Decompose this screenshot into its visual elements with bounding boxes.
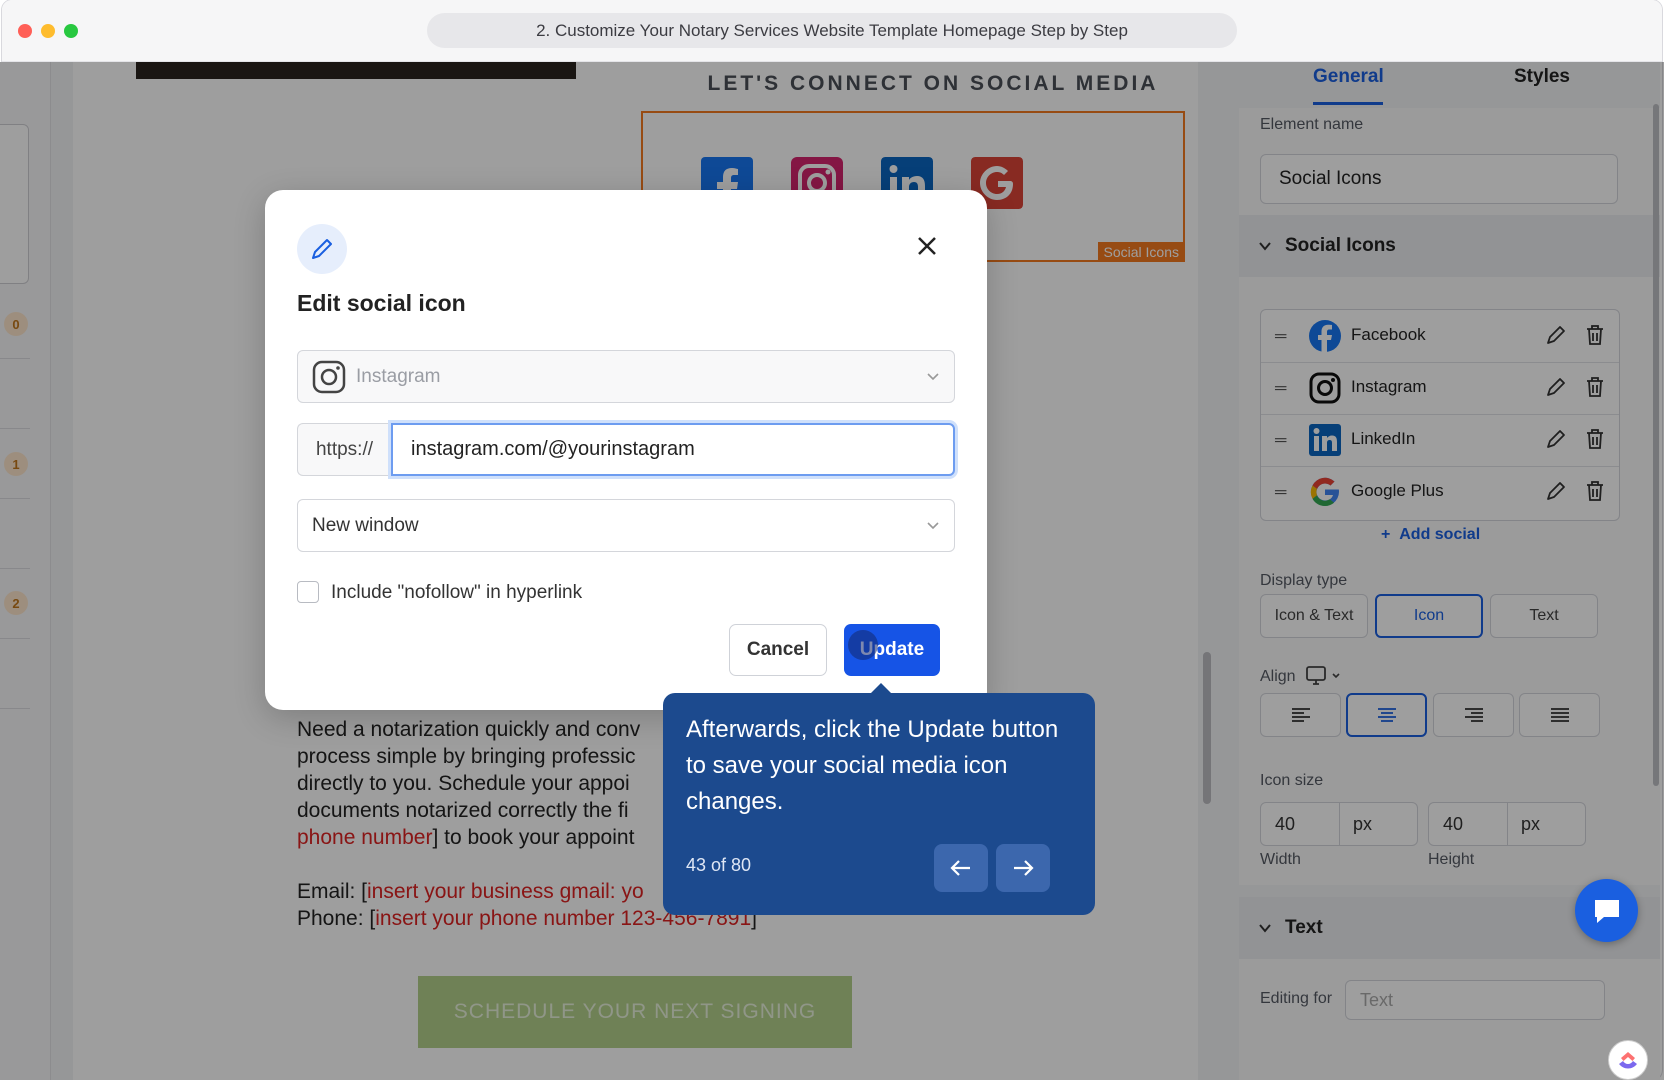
step-counter: 43 of 80	[686, 855, 752, 875]
arrow-left-icon	[950, 860, 970, 876]
nofollow-checkbox[interactable]	[297, 581, 319, 603]
chevron-down-icon	[927, 522, 939, 530]
next-step-button[interactable]	[996, 844, 1050, 892]
edit-social-icon-dialog: Edit social icon Instagram https:// New …	[265, 190, 987, 710]
instagram-icon	[312, 360, 346, 394]
window-title: 2. Customize Your Notary Services Websit…	[427, 13, 1237, 48]
platform-select[interactable]: Instagram	[297, 350, 955, 403]
minimize-window-button[interactable]	[41, 24, 55, 38]
maximize-window-button[interactable]	[64, 24, 78, 38]
click-indicator	[848, 630, 878, 660]
modal-title: Edit social icon	[297, 290, 466, 316]
cancel-button[interactable]: Cancel	[729, 624, 827, 676]
pencil-icon	[312, 239, 332, 259]
chat-launcher-button[interactable]	[1575, 879, 1638, 942]
close-icon[interactable]	[916, 235, 938, 257]
previous-step-button[interactable]	[934, 844, 988, 892]
clickup-icon	[1619, 1052, 1637, 1069]
close-window-button[interactable]	[18, 24, 32, 38]
nofollow-label: Include "nofollow" in hyperlink	[331, 582, 583, 603]
platform-value: Instagram	[356, 366, 441, 387]
guide-tooltip: Afterwards, click the Update button to s…	[663, 693, 1095, 915]
chat-icon	[1594, 899, 1619, 923]
url-input[interactable]	[391, 423, 955, 476]
title-bar: 2. Customize Your Notary Services Websit…	[2, 0, 1662, 62]
arrow-right-icon	[1014, 860, 1034, 876]
url-protocol-prefix: https://	[297, 423, 391, 476]
link-target-value: New window	[312, 515, 419, 536]
clickup-logo[interactable]	[1608, 1040, 1648, 1080]
chevron-down-icon	[927, 373, 939, 381]
modal-header-icon	[297, 224, 347, 274]
tooltip-text: Afterwards, click the Update button to s…	[686, 716, 1059, 815]
link-target-select[interactable]: New window	[297, 499, 955, 552]
